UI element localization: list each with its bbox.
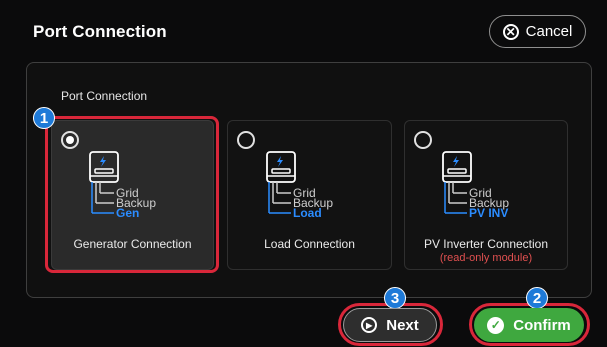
next-label: Next [386, 316, 419, 334]
card-label: Load Connection [264, 237, 355, 251]
x-circle-icon: ✕ [502, 23, 519, 40]
card-pv-inverter-connection[interactable]: Grid Backup PV INV PV Inverter Connectio… [404, 120, 568, 270]
page-title: Port Connection [33, 22, 167, 41]
card-sublabel: (read-only module) [439, 252, 533, 264]
line-pv-inv: PV INV [469, 206, 508, 220]
cancel-button[interactable]: ✕ Cancel [489, 15, 586, 48]
radio-pv-inverter[interactable] [414, 131, 432, 149]
line-load: Load [293, 206, 322, 220]
step-badge: 1 [33, 107, 55, 129]
card-load-connection[interactable]: Grid Backup Load Load Connection [227, 120, 392, 270]
play-circle-icon: ▶ [361, 317, 378, 333]
step-badge: 2 [526, 287, 548, 309]
confirm-button[interactable]: ✓ Confirm [474, 308, 584, 342]
highlight-frame [45, 116, 219, 273]
radio-load[interactable] [237, 131, 255, 149]
panel-label: Port Connection [61, 89, 148, 103]
check-circle-icon: ✓ [487, 316, 505, 334]
confirm-label: Confirm [513, 316, 571, 334]
inverter-icon: Grid Backup Load [265, 151, 333, 220]
next-button[interactable]: ▶ Next [343, 308, 437, 342]
cancel-label: Cancel [525, 23, 573, 40]
card-label: PV Inverter Connection [423, 237, 549, 251]
inverter-icon: Grid Backup PV INV [442, 151, 509, 220]
step-badge: 3 [384, 287, 406, 309]
